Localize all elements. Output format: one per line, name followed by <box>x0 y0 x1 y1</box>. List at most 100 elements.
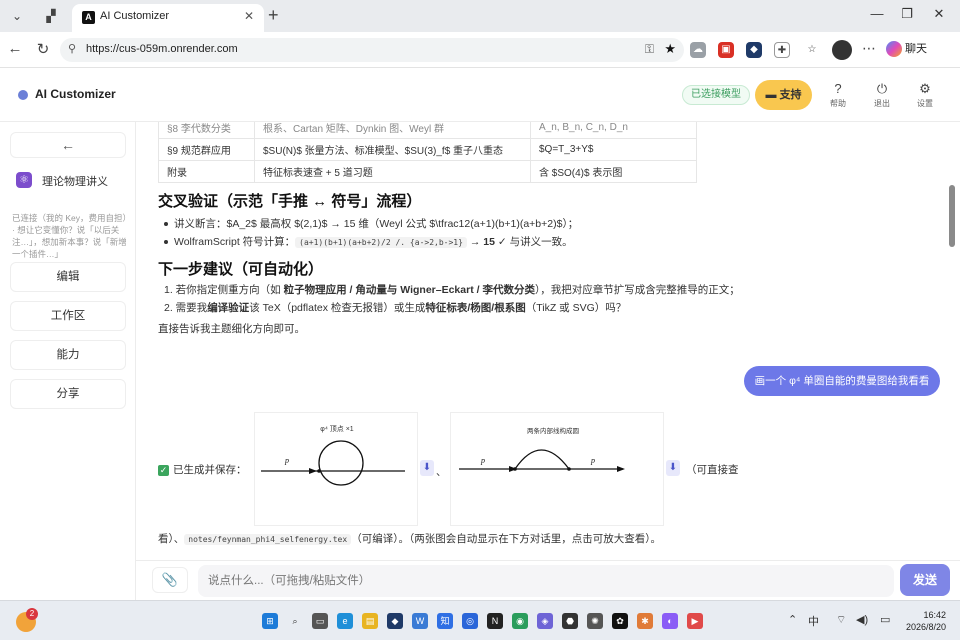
support-button[interactable]: ▬ 支持 <box>755 80 812 110</box>
tab-list-chevron-icon[interactable]: ⌄ <box>6 6 28 26</box>
favorites-icon[interactable]: ☆ <box>804 42 820 58</box>
app-cube-icon[interactable]: ◆ <box>387 613 403 629</box>
app-violet-icon[interactable]: ◐ <box>662 613 678 629</box>
download-icon[interactable]: ⬇ <box>666 460 680 476</box>
feynman-diagram-sunset: 两条内部线构成圆 p p <box>459 426 625 472</box>
app-purple-icon[interactable]: ◈ <box>537 613 553 629</box>
tray-chevron-icon[interactable]: ⌃ <box>788 613 797 626</box>
scrollbar-thumb[interactable] <box>949 185 955 247</box>
favorite-star-icon[interactable]: ★ <box>664 41 676 57</box>
extension-cloud-icon[interactable]: ☁ <box>690 42 706 58</box>
internal-arc <box>514 449 570 470</box>
new-tab-icon[interactable]: + <box>268 5 279 26</box>
wifi-icon[interactable]: ⌔ <box>836 613 846 627</box>
back-icon[interactable]: ← <box>4 40 26 57</box>
app-green-icon[interactable]: ◉ <box>512 613 528 629</box>
copilot-chat-button[interactable]: 聊天 <box>886 40 927 60</box>
app-doc-icon[interactable]: W <box>412 613 428 629</box>
site-info-icon[interactable]: ⚲ <box>68 42 76 55</box>
table-cell: §8 李代数分类 <box>158 122 255 139</box>
user-message-bubble: 画一个 φ⁴ 单圈自能的费曼图给我看看 <box>744 366 940 396</box>
logout-label: 退出 <box>874 99 890 108</box>
copilot-icon <box>886 41 902 58</box>
extension-red-icon[interactable]: ▣ <box>718 42 734 58</box>
support-icon: ▬ <box>765 89 777 101</box>
chatgpt-icon[interactable]: ✿ <box>612 613 628 629</box>
bold-text: 15 <box>483 236 495 248</box>
reload-icon[interactable]: ↻ <box>32 40 54 58</box>
saved-label: ✓ 已生成并保存： <box>158 462 247 477</box>
notion-icon[interactable]: N <box>487 613 503 629</box>
bullet-text: → <box>466 236 484 248</box>
sidebar-capabilities-button[interactable]: 能力 <box>10 340 126 370</box>
help-button[interactable]: ? 帮助 <box>820 82 856 109</box>
url-text: https://cus-059m.onrender.com <box>86 43 238 55</box>
closing-text: 直接告诉我主题细化方向即可。 <box>158 323 305 335</box>
extension-cube-icon[interactable]: ◆ <box>746 42 762 58</box>
momentum-label: p <box>590 456 595 465</box>
workspaces-icon[interactable]: ▞ <box>40 6 62 26</box>
list-item: 2. 需要我编译验证该 TeX（pdflatex 检查无报错）或生成特征标表/杨… <box>164 300 626 315</box>
project-description: 已连接（我的 Key，费用自担）· 想让它变懂你？说「以后关注…」，想加新本事？… <box>12 213 127 259</box>
sidebar-share-button[interactable]: 分享 <box>10 379 126 409</box>
logout-button[interactable]: ⏻ 退出 <box>864 82 900 109</box>
attach-button[interactable]: 📎 <box>152 567 188 593</box>
download-icon[interactable]: ⬇ <box>420 460 434 476</box>
table-cell: 根系、Cartan 矩阵、Dynkin 图、Weyl 群 <box>254 122 531 139</box>
project-icon: ⚛ <box>16 172 32 188</box>
more-menu-icon[interactable]: ⋯ <box>862 40 876 57</box>
table-row: §9 规范群应用 $SU(N)$ 张量方法、标准模型、$SU(3)_f$ 重子八… <box>158 138 697 161</box>
section-heading: 交叉验证（示范「手推 ↔ 符号」流程） <box>158 193 422 210</box>
input-lang-indicator[interactable]: 中 <box>808 613 819 629</box>
inline-code: (a+1)(b+1)(a+b+2)/2 /. {a->2,b->1} <box>295 237 467 248</box>
feynman-figure-1[interactable]: φ⁴ 顶点 ×1 p <box>254 412 418 526</box>
search-icon[interactable]: ⌕ <box>287 613 303 629</box>
project-name: 理论物理讲义 <box>42 176 108 188</box>
bullet-text: ✓ 与讲义一致。 <box>494 236 573 248</box>
minimize-icon[interactable]: — <box>864 6 890 21</box>
feynman-figure-2[interactable]: 两条内部线构成圆 p p <box>450 412 664 526</box>
notification-badge: 2 <box>26 608 38 620</box>
edge-icon[interactable]: e <box>337 613 353 629</box>
gear-icon: ⚙ <box>919 81 931 96</box>
app-red-icon[interactable]: ▶ <box>687 613 703 629</box>
table-cell: A_n, B_n, C_n, D_n <box>530 122 697 139</box>
app-gear-icon[interactable]: ✺ <box>587 613 603 629</box>
sidebar-back-button[interactable]: ← <box>10 132 126 158</box>
battery-icon[interactable]: ▭ <box>880 613 890 626</box>
close-window-icon[interactable]: ✕ <box>926 6 952 22</box>
active-tab[interactable]: A AI Customizer ✕ <box>72 4 264 32</box>
app-orange-icon[interactable]: ✱ <box>637 613 653 629</box>
app-zhi-icon[interactable]: 知 <box>437 613 453 629</box>
model-status-badge[interactable]: 已选接模型 <box>682 85 750 105</box>
restore-icon[interactable]: ❐ <box>894 6 920 22</box>
sidebar-workspace-button[interactable]: 工作区 <box>10 301 126 331</box>
sidebar-edit-button[interactable]: 编辑 <box>10 262 126 292</box>
app-blue-icon[interactable]: ◎ <box>462 613 478 629</box>
list-text: ），我把对应章节扩写成含完整推导的正文； <box>534 284 740 296</box>
profile-avatar[interactable] <box>832 40 852 60</box>
clock[interactable]: 16:42 2026/8/20 <box>900 609 946 633</box>
clock-time: 16:42 <box>923 610 946 620</box>
settings-label: 设置 <box>917 99 933 108</box>
help-icon: ? <box>834 81 842 96</box>
sidebar: ← ⚛ 理论物理讲义 已连接（我的 Key，费用自担）· 想让它变懂你？说「以后… <box>0 122 136 600</box>
task-view-icon[interactable]: ▭ <box>312 613 328 629</box>
vertex <box>513 467 517 471</box>
file-explorer-icon[interactable]: ▤ <box>362 613 378 629</box>
table-cell: 含 $SO(4)$ 表示图 <box>530 160 697 183</box>
settings-button[interactable]: ⚙ 设置 <box>907 82 943 109</box>
vertex <box>317 469 321 473</box>
feynman-diagram-tadpole: φ⁴ 顶点 ×1 p <box>261 425 405 486</box>
message-input[interactable] <box>198 565 894 597</box>
tab-strip: ⌄ ▞ A AI Customizer ✕ + — ❐ ✕ <box>0 0 960 32</box>
address-bar[interactable]: ⚲ https://cus-059m.onrender.com ⚿ ★ <box>60 38 684 62</box>
app-dark-icon[interactable]: ⬣ <box>562 613 578 629</box>
start-icon[interactable]: ⊞ <box>262 613 278 629</box>
extensions-puzzle-icon[interactable]: ✚ <box>774 42 790 58</box>
password-key-icon[interactable]: ⚿ <box>645 42 654 57</box>
table-cell: $Q=T_3+Y$ <box>530 138 697 161</box>
close-tab-icon[interactable]: ✕ <box>244 9 254 23</box>
send-button[interactable]: 发送 <box>900 564 950 596</box>
volume-icon[interactable]: ◀) <box>856 613 868 626</box>
